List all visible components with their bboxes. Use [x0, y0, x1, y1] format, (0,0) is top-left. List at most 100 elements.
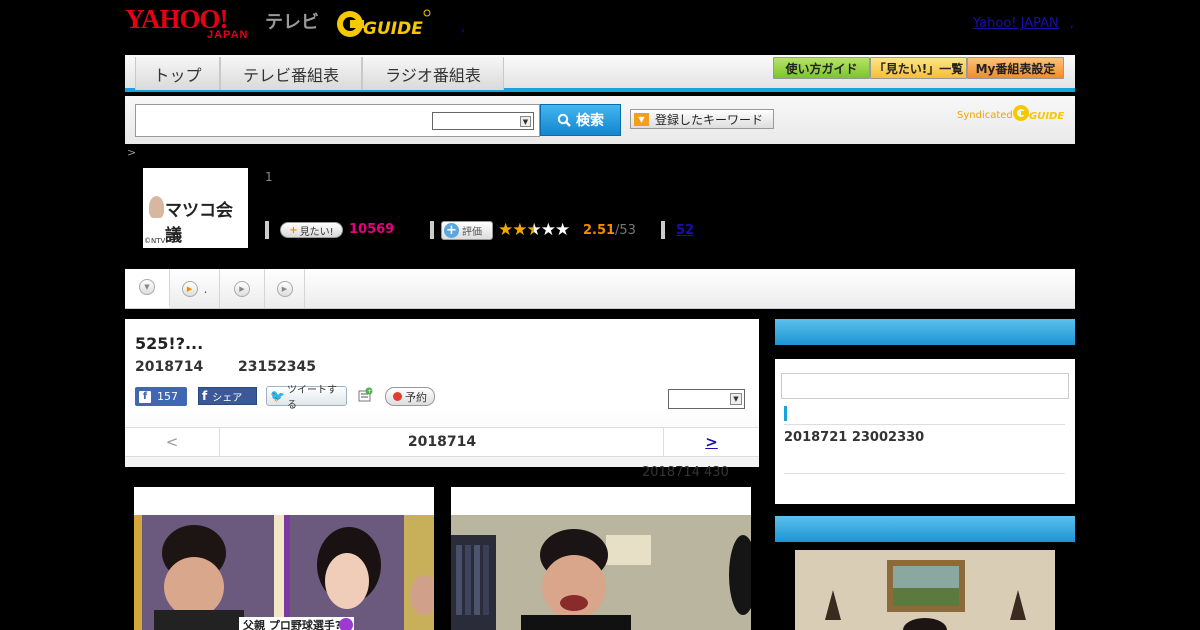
tv-logo-text[interactable]: テレビ: [265, 8, 319, 34]
mitai-count: 10569: [349, 222, 395, 237]
chevron-down-icon: ▼: [520, 116, 531, 127]
divider: [784, 473, 1065, 474]
star-empty-icon: ★: [555, 220, 570, 240]
breadcrumb[interactable]: >: [127, 146, 136, 159]
global-nav: トップ テレビ番組表 ラジオ番組表 使い方ガイド 「見たい!」一覧 My番組表設…: [125, 55, 1075, 92]
subtab-4[interactable]: ▶: [265, 269, 305, 308]
divider: [265, 221, 269, 239]
facebook-like-button[interactable]: f 157: [135, 387, 187, 406]
chevron-down-icon: ▼: [139, 279, 155, 295]
program-number: 1: [265, 170, 273, 184]
section-marker: [784, 406, 787, 421]
episode-date: 2018714: [135, 359, 204, 375]
reservation-label: 予約: [405, 390, 427, 404]
episode-panel: 525!?... 2018714 23152345 f 157 f シェア 🐦 …: [125, 319, 759, 467]
rate-button[interactable]: + 評価: [441, 221, 493, 240]
plus-icon: +: [444, 223, 459, 238]
my-schedule-button[interactable]: My番組表設定: [967, 57, 1064, 79]
record-dot-icon: [393, 392, 402, 401]
play-icon: ▶: [234, 280, 250, 297]
mitai-button-label: 見たい!: [299, 226, 334, 238]
episode-photo-image: 父親 プロ野球選手?: [134, 515, 434, 630]
rating-total: /53: [615, 223, 636, 238]
gguide-logo[interactable]: GUIDE: [335, 8, 431, 40]
episode-navigation: < 2018714 >: [125, 427, 759, 457]
syndicated-label: Syndicated: [957, 110, 1013, 121]
play-icon: ▶: [181, 280, 198, 297]
nav-tab-radio-schedule[interactable]: ラジオ番組表: [362, 57, 504, 90]
divider: [784, 424, 1065, 425]
nav-tab-top[interactable]: トップ: [135, 57, 220, 90]
twitter-bird-icon: 🐦: [270, 389, 285, 403]
facebook-icon: f: [202, 389, 208, 403]
my-schedule-label: My番組表設定: [975, 61, 1056, 76]
yahoo-japan-link[interactable]: Yahoo! JAPAN: [973, 16, 1059, 31]
subtab-2-label: .: [203, 281, 208, 296]
play-icon: ▶: [276, 280, 293, 297]
episode-photo-image: [451, 515, 751, 630]
review-count-link[interactable]: 52: [676, 223, 694, 238]
plus-icon: +: [289, 224, 298, 236]
previous-episode-button[interactable]: <: [125, 428, 220, 456]
nav-tab-tv-schedule[interactable]: テレビ番組表: [220, 57, 362, 90]
tweet-button[interactable]: 🐦 ツイートする: [266, 385, 347, 411]
search-button-label: 検索: [576, 113, 604, 129]
star-half-icon: ★: [526, 220, 542, 240]
sidebar-broadcast-box: 2018721 23002330: [775, 319, 1075, 506]
usage-guide-label: 使い方ガイド: [785, 61, 858, 76]
star-icon: ★: [512, 220, 527, 240]
facebook-like-count: 157: [157, 390, 178, 403]
yahoo-japan-logo[interactable]: YAHOO! JAPAN: [125, 6, 247, 42]
search-button[interactable]: 検索: [540, 104, 621, 136]
updated-timestamp: 2018714 430: [642, 465, 729, 480]
episode-select[interactable]: ▼: [668, 389, 745, 409]
program-subtabs: ▼ ▶ . ▶ ▶: [125, 269, 1075, 309]
episode-photo[interactable]: 父親 プロ野球選手?: [134, 487, 434, 630]
search-bar: ▼ 検索 ▼ 登録したキーワード Syndicated GUIDE: [125, 96, 1075, 144]
nav-tab-label: トップ: [153, 65, 202, 85]
mitai-button[interactable]: + 見たい!: [280, 222, 343, 238]
host-illustration: [149, 196, 164, 218]
subtab-3[interactable]: ▶: [220, 269, 265, 308]
nav-tab-label: ラジオ番組表: [385, 65, 481, 85]
rating-value: 2.51: [583, 223, 616, 238]
add-share-icon[interactable]: +: [357, 387, 373, 403]
logo-japan-text: JAPAN: [207, 29, 249, 41]
nav-tab-label: テレビ番組表: [242, 65, 339, 85]
svg-text:父親 プロ野球選手?: 父親 プロ野球選手?: [242, 618, 341, 630]
facebook-share-button[interactable]: f シェア: [198, 387, 257, 405]
syndicated-logo-text: GUIDE: [1029, 111, 1064, 122]
star-icon: ★: [498, 220, 513, 240]
episode-photo[interactable]: [451, 487, 751, 630]
record-reservation-button[interactable]: 予約: [385, 387, 435, 406]
mitai-list-label: 「見たい!」一覧: [873, 61, 964, 76]
episode-time: 23152345: [238, 359, 316, 375]
sidebar-photo-box: [775, 516, 1075, 630]
next-episode-link[interactable]: >: [663, 428, 759, 456]
sidebar-header: [775, 516, 1075, 542]
svg-text:GUIDE: GUIDE: [363, 19, 423, 39]
subtab-1[interactable]: ▼: [125, 269, 170, 308]
episode-title: 525!?...: [135, 334, 204, 353]
svg-text:+: +: [367, 388, 372, 395]
star-empty-icon: ★: [540, 220, 556, 240]
program-logo-title: マツコ会議: [165, 201, 233, 246]
mitai-list-button[interactable]: 「見たい!」一覧: [870, 57, 967, 79]
facebook-icon: f: [139, 390, 151, 403]
dropdown-arrow-icon: ▼: [634, 112, 649, 126]
chevron-down-icon: ▼: [730, 393, 742, 405]
site-header: YAHOO! JAPAN テレビ GUIDE , Yahoo! JAPAN ,: [125, 0, 1075, 55]
search-category-select[interactable]: ▼: [432, 112, 534, 130]
tweet-label: ツイートする: [286, 385, 337, 411]
sidebar-photo[interactable]: [795, 550, 1055, 630]
saved-keywords-button[interactable]: ▼ 登録したキーワード: [630, 109, 774, 129]
subtab-2[interactable]: ▶ .: [170, 269, 220, 308]
current-episode-date: 2018714: [407, 434, 477, 450]
sidebar-search-input[interactable]: [781, 373, 1069, 399]
sidebar-header: [775, 319, 1075, 345]
usage-guide-button[interactable]: 使い方ガイド: [773, 57, 870, 79]
divider: [430, 221, 434, 239]
rating-stars: ★★★★★: [498, 220, 570, 240]
facebook-share-label: シェア: [212, 392, 243, 404]
header-dot-right: ,: [1070, 16, 1074, 30]
